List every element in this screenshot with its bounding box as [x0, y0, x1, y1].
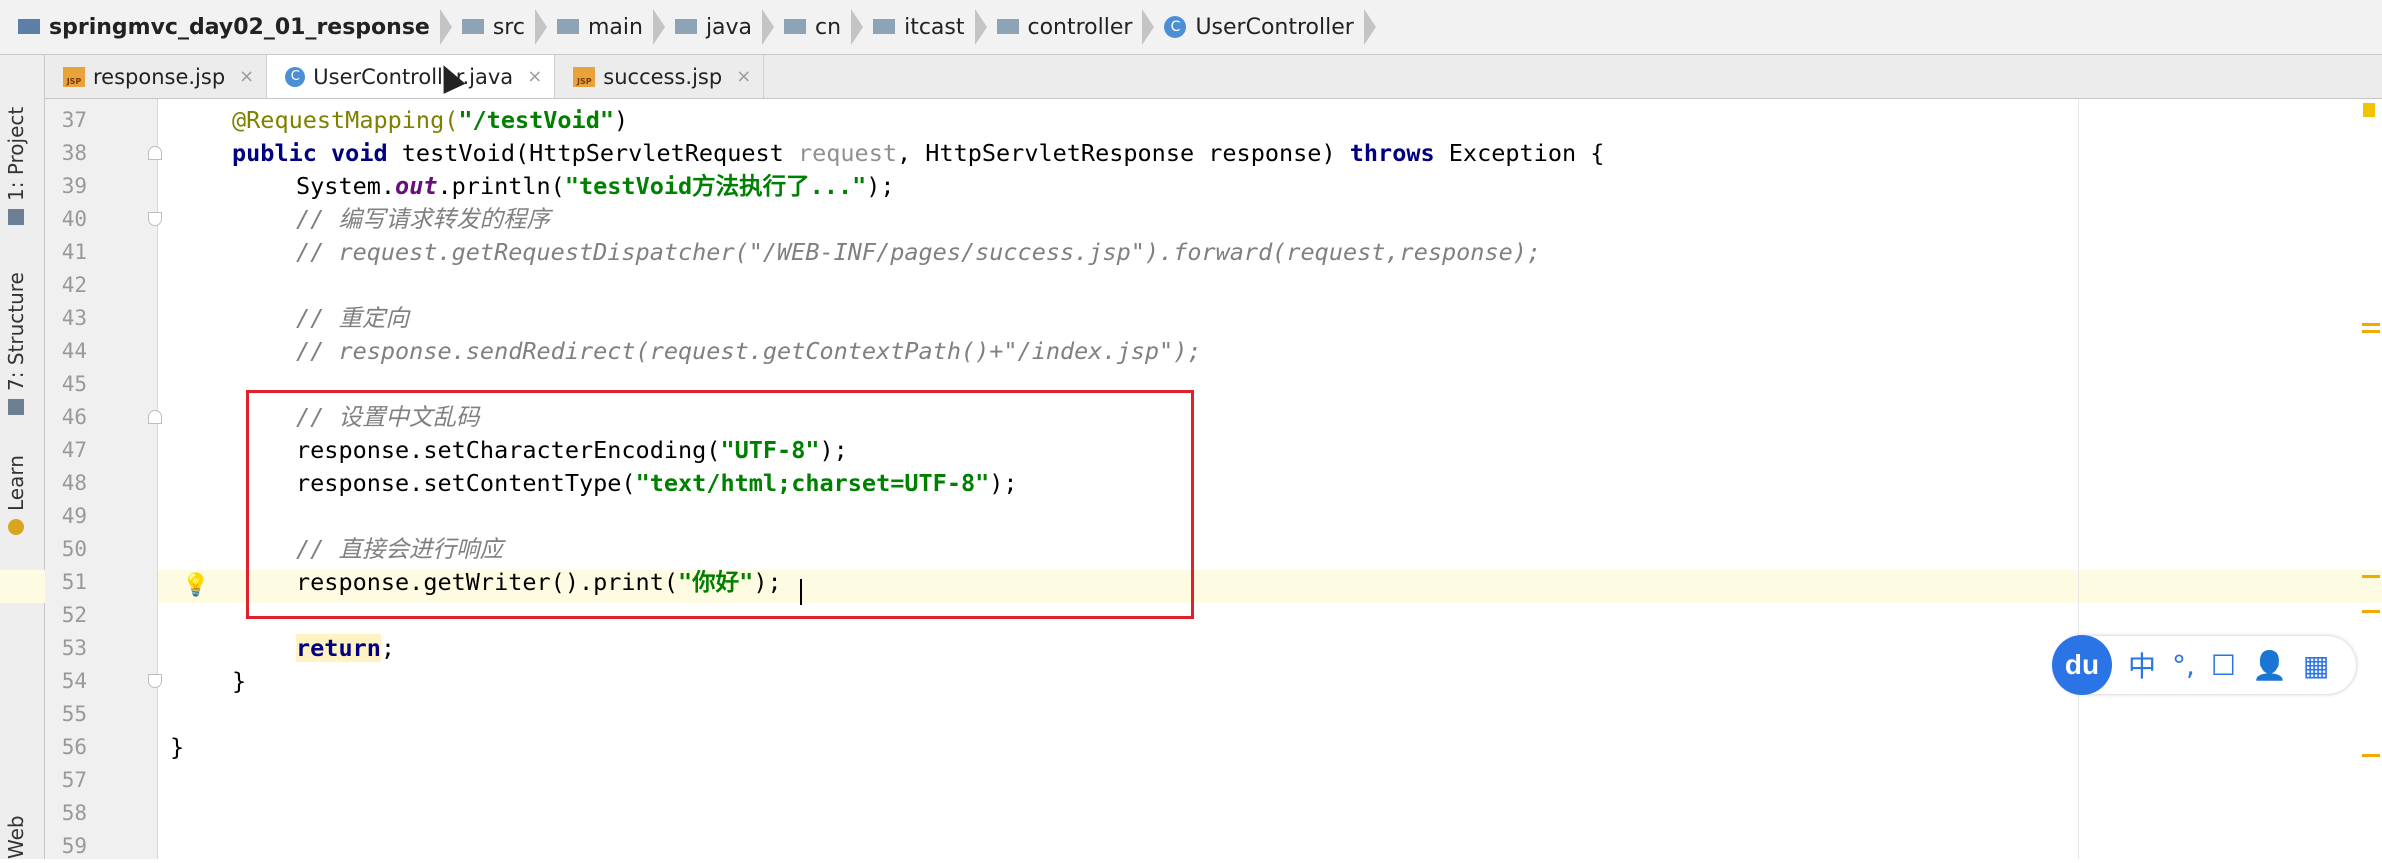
code-line-39: System.out.println("testVoid方法执行了..."); — [296, 172, 895, 200]
line-number: 50 — [61, 537, 87, 561]
code-line-37: @RequestMapping("/testVoid") — [232, 106, 629, 134]
line-number: 43 — [61, 306, 87, 330]
tool-tab-web[interactable]: Web — [4, 815, 28, 859]
line-number: 39 — [61, 174, 87, 198]
fold-marker-icon[interactable] — [148, 212, 162, 226]
folder-icon — [784, 18, 807, 34]
line-number: 59 — [61, 834, 87, 858]
error-stripe-marker[interactable] — [2362, 575, 2380, 578]
error-stripe-marker[interactable] — [2362, 754, 2380, 757]
tool-window-strip: 1: Project 7: Structure Learn Web — [0, 55, 45, 859]
class-icon: C — [1164, 16, 1187, 38]
line-number: 41 — [61, 240, 87, 264]
line-number: 42 — [61, 273, 87, 297]
editor-tabs: JSP response.jsp × C UserController.java… — [45, 55, 2382, 99]
breadcrumb-separator — [1363, 9, 1376, 45]
tab-success-jsp[interactable]: JSP success.jsp × — [555, 55, 765, 98]
breadcrumb-separator — [1142, 9, 1155, 45]
close-icon[interactable]: × — [736, 66, 751, 87]
breadcrumb-item-main[interactable]: main — [556, 0, 675, 55]
chinese-mode-icon[interactable]: 中 — [2128, 645, 2156, 685]
fold-marker-icon[interactable] — [148, 146, 162, 160]
tool-tab-structure[interactable]: 7: Structure — [4, 272, 28, 415]
keyboard-icon[interactable]: ☐ — [2211, 649, 2236, 682]
breadcrumb-item-itcast[interactable]: itcast — [873, 0, 996, 55]
line-number: 52 — [61, 603, 87, 627]
breadcrumb-item-java[interactable]: java — [674, 0, 784, 55]
close-icon[interactable]: × — [527, 66, 542, 87]
structure-icon — [8, 399, 24, 415]
breadcrumb-item-src[interactable]: src — [461, 0, 557, 55]
tool-tab-learn[interactable]: Learn — [4, 455, 28, 535]
breadcrumb-item-controller[interactable]: controller — [996, 0, 1165, 55]
grid-menu-icon[interactable]: ▦ — [2303, 649, 2329, 682]
tab-usercontroller-java[interactable]: C UserController.java × — [267, 55, 556, 98]
text-cursor — [800, 579, 802, 605]
folder-icon — [556, 18, 579, 34]
tool-tab-project[interactable]: 1: Project — [4, 107, 28, 225]
error-stripe-marker[interactable] — [2362, 323, 2380, 326]
line-number: 45 — [61, 372, 87, 396]
lightbulb-icon[interactable]: 💡 — [182, 575, 209, 597]
line-number: 46 — [61, 405, 87, 429]
breadcrumb-separator — [762, 9, 775, 45]
project-icon — [8, 209, 24, 225]
ime-toolbar[interactable]: du 中 °, ☐ 👤 ▦ — [2052, 635, 2356, 695]
code-line-38: public void testVoid(HttpServletRequest … — [232, 139, 1605, 167]
line-number: 54 — [61, 669, 87, 693]
user-icon[interactable]: 👤 — [2252, 649, 2287, 682]
fold-marker-icon[interactable] — [148, 674, 162, 688]
code-line-40: // 编写请求转发的程序 — [296, 205, 550, 233]
line-number: 40 — [61, 207, 87, 231]
jsp-icon: JSP — [63, 66, 85, 87]
error-stripe-marker[interactable] — [2362, 610, 2380, 613]
project-folder-icon — [18, 18, 40, 34]
punctuation-icon[interactable]: °, — [2172, 649, 2195, 682]
breadcrumb-separator — [851, 9, 864, 45]
folder-icon — [461, 18, 484, 34]
breadcrumb-separator — [652, 9, 665, 45]
code-line-41: // request.getRequestDispatcher("/WEB-IN… — [296, 238, 1542, 266]
line-number: 57 — [61, 768, 87, 792]
annotation-highlight-box — [246, 390, 1194, 619]
line-number: 37 — [61, 108, 87, 132]
baidu-ime-logo[interactable]: du — [2052, 635, 2112, 695]
line-number: 55 — [61, 702, 87, 726]
code-line-44: // response.sendRedirect(request.getCont… — [296, 337, 1202, 365]
breadcrumb: springmvc_day02_01_response src main jav… — [0, 0, 2382, 55]
breadcrumb-item-usercontroller[interactable]: C UserController — [1164, 0, 1385, 55]
jsp-icon: JSP — [573, 66, 596, 87]
tab-response-jsp[interactable]: JSP response.jsp × — [45, 55, 268, 98]
folder-icon — [996, 18, 1019, 34]
folder-icon — [674, 18, 697, 34]
breadcrumb-separator — [534, 9, 547, 45]
error-stripe-marker[interactable] — [2363, 103, 2375, 117]
learn-icon — [8, 519, 24, 535]
class-icon: C — [285, 66, 306, 87]
line-number: 38 — [61, 141, 87, 165]
line-number: 56 — [61, 735, 87, 759]
line-number: 48 — [61, 471, 87, 495]
error-stripe-marker[interactable] — [2362, 330, 2380, 333]
line-number: 53 — [61, 636, 87, 660]
line-number: 51 — [61, 570, 87, 594]
fold-marker-icon[interactable] — [148, 410, 162, 424]
line-number: 58 — [61, 801, 87, 825]
line-number: 44 — [61, 339, 87, 363]
close-icon[interactable]: × — [239, 66, 254, 87]
breadcrumb-item-cn[interactable]: cn — [784, 0, 873, 55]
breadcrumb-separator — [439, 9, 452, 45]
breadcrumb-item-project[interactable]: springmvc_day02_01_response — [18, 0, 462, 55]
code-line-43: // 重定向 — [296, 304, 409, 332]
folder-icon — [873, 18, 896, 34]
breadcrumb-separator — [974, 9, 987, 45]
code-line-56: } — [170, 733, 185, 761]
line-number: 49 — [61, 504, 87, 528]
line-number: 47 — [61, 438, 87, 462]
